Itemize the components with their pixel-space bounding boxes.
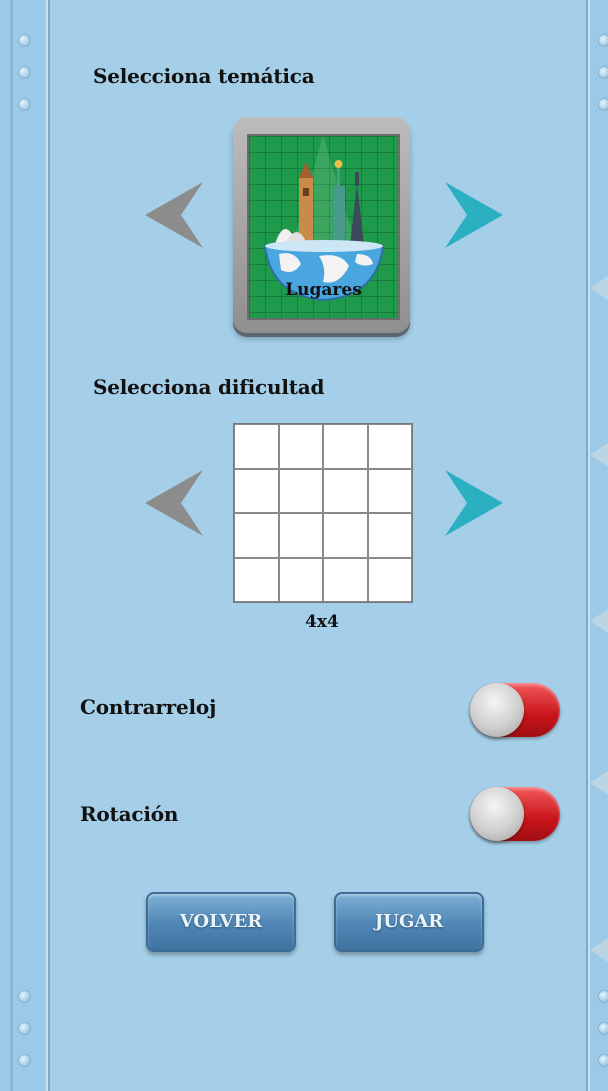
grid-cell — [323, 513, 368, 558]
rail-tooth — [590, 443, 608, 467]
rivet — [18, 34, 31, 47]
rivet — [18, 98, 31, 111]
grid-cell — [278, 468, 323, 513]
rail-tooth — [590, 276, 608, 300]
grid-cell — [234, 468, 279, 513]
grid-cell — [367, 424, 412, 469]
grid-cell — [367, 557, 412, 602]
rivet — [598, 34, 608, 47]
timer-label: Contrarreloj — [80, 695, 217, 719]
rail-tooth — [590, 938, 608, 962]
difficulty-grid-preview[interactable] — [233, 423, 413, 603]
rivet — [18, 990, 31, 1003]
play-button[interactable]: JUGAR — [334, 892, 484, 952]
grid-cell — [323, 468, 368, 513]
toggle-knob — [470, 683, 524, 737]
rail-tooth — [590, 609, 608, 633]
grid-cell — [367, 513, 412, 558]
grid-cell — [278, 557, 323, 602]
difficulty-next-button[interactable] — [443, 470, 503, 536]
rail-tooth — [590, 771, 608, 795]
difficulty-heading: Selecciona dificultad — [93, 375, 325, 399]
rivet — [598, 66, 608, 79]
theme-image: Lugares — [247, 134, 400, 320]
theme-next-button[interactable] — [443, 182, 503, 248]
rivet — [18, 66, 31, 79]
left-rail — [0, 0, 50, 1091]
grid-cell — [323, 424, 368, 469]
rivet — [598, 1022, 608, 1035]
theme-label: Lugares — [285, 280, 362, 300]
grid-cell — [234, 424, 279, 469]
theme-card[interactable]: Lugares — [233, 117, 410, 333]
chevron-right-icon — [445, 470, 503, 536]
chevron-right-icon — [445, 182, 503, 248]
grid-cell — [367, 468, 412, 513]
chevron-left-icon — [145, 182, 203, 248]
rivet — [18, 1022, 31, 1035]
rivet — [598, 1054, 608, 1067]
grid-cell — [278, 513, 323, 558]
grid-cell — [278, 424, 323, 469]
grid-cell — [234, 513, 279, 558]
rotation-label: Rotación — [80, 802, 179, 826]
difficulty-label: 4x4 — [305, 612, 339, 632]
left-rail-edge — [10, 0, 13, 1091]
theme-prev-button[interactable] — [145, 182, 205, 248]
difficulty-prev-button[interactable] — [145, 470, 205, 536]
timer-toggle[interactable] — [470, 683, 560, 737]
rivet — [18, 1054, 31, 1067]
rivet — [598, 98, 608, 111]
rivet — [598, 990, 608, 1003]
toggle-knob — [470, 787, 524, 841]
rotation-toggle[interactable] — [470, 787, 560, 841]
chevron-left-icon — [145, 470, 203, 536]
right-rail — [586, 0, 608, 1091]
back-button[interactable]: VOLVER — [146, 892, 296, 952]
grid-cell — [234, 557, 279, 602]
grid-cell — [323, 557, 368, 602]
theme-heading: Selecciona temática — [93, 64, 315, 88]
